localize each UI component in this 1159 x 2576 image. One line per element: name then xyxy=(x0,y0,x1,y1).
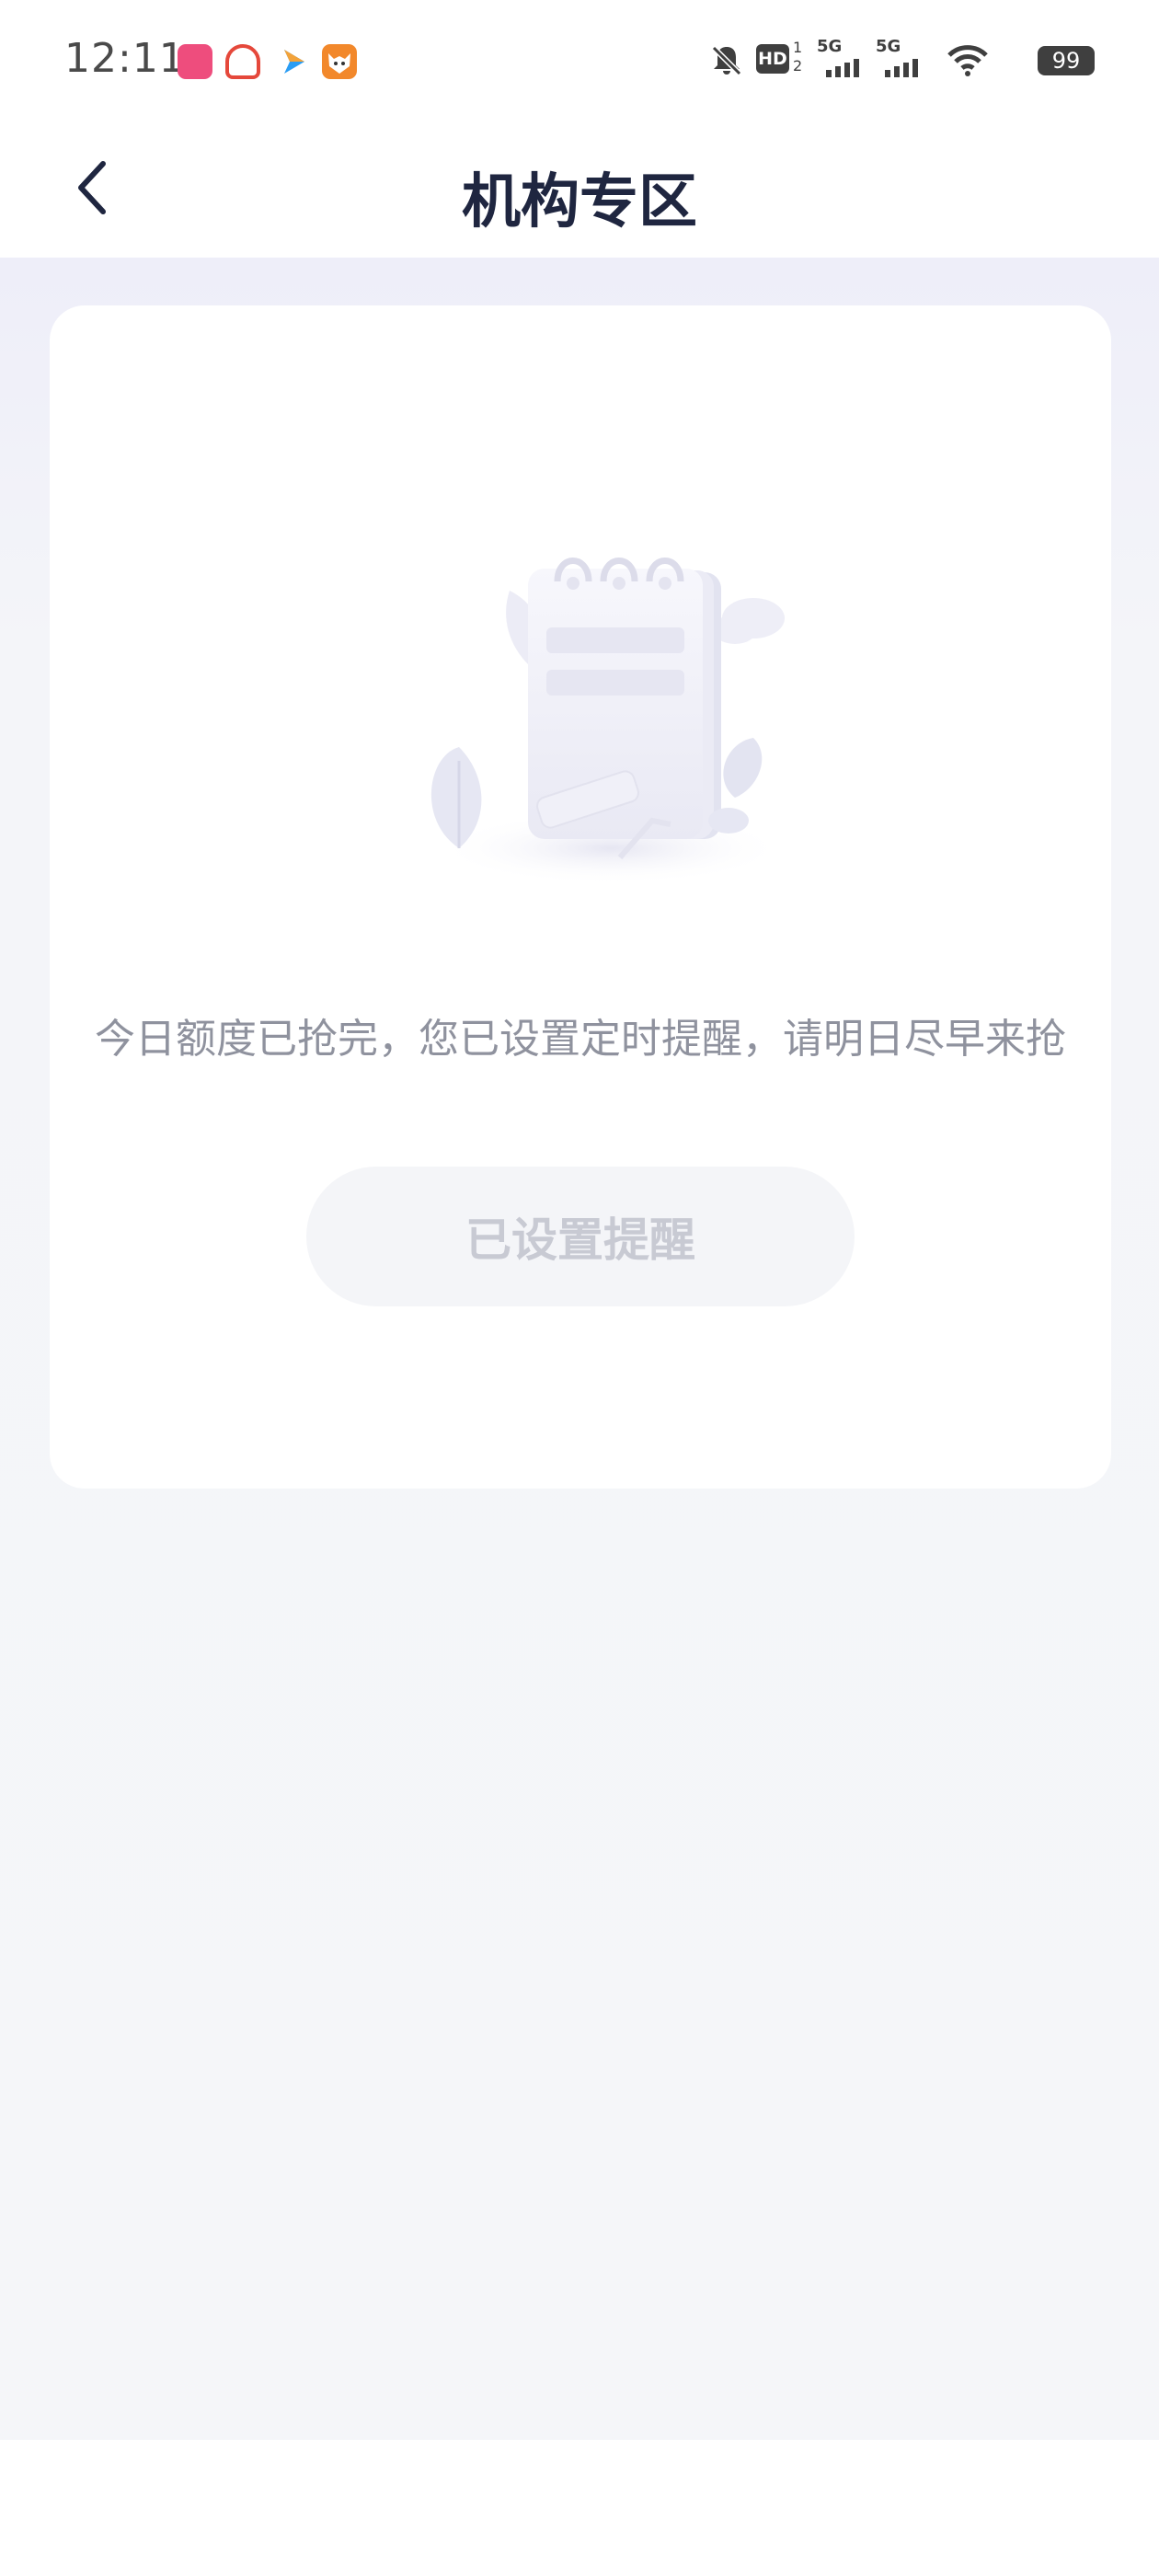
main-area: 今日额度已抢完，您已设置定时提醒，请明日尽早来抢 已设置提醒 xyxy=(0,258,1159,2440)
page-title: 机构专区 xyxy=(462,168,697,236)
status-time: 12:11 xyxy=(64,35,186,82)
app-icon-red xyxy=(225,44,260,79)
app-icon-arrow xyxy=(277,44,312,79)
signal-5g-icon: 5G xyxy=(817,37,859,77)
signal-5g-icon: 5G xyxy=(876,37,918,77)
reminder-set-button[interactable]: 已设置提醒 xyxy=(306,1167,855,1306)
hd-icon: HD xyxy=(756,44,789,74)
status-bar: 12:11 HD 12 5G 5G 99 xyxy=(0,0,1159,123)
net-label-2: 5G xyxy=(876,37,901,56)
empty-state-message: 今日额度已抢完，您已设置定时提醒，请明日尽早来抢 xyxy=(95,1016,1066,1063)
status-icons: HD 12 5G 5G 99 xyxy=(708,37,1095,88)
bottom-bar xyxy=(0,2440,1159,2576)
battery-icon: 99 xyxy=(1038,46,1095,75)
empty-notebook-illustration xyxy=(408,545,813,894)
hd-label: HD xyxy=(756,44,789,74)
net-label-1: 5G xyxy=(817,37,843,56)
app-icon-pink xyxy=(178,44,212,79)
app-icon-fox xyxy=(322,44,357,79)
empty-state-card: 今日额度已抢完，您已设置定时提醒，请明日尽早来抢 已设置提醒 xyxy=(50,305,1111,1489)
wifi-icon xyxy=(946,44,990,81)
bell-mute-icon xyxy=(708,42,745,83)
hd-sim-index: 12 xyxy=(793,39,803,75)
nav-header: 机构专区 xyxy=(0,123,1159,258)
